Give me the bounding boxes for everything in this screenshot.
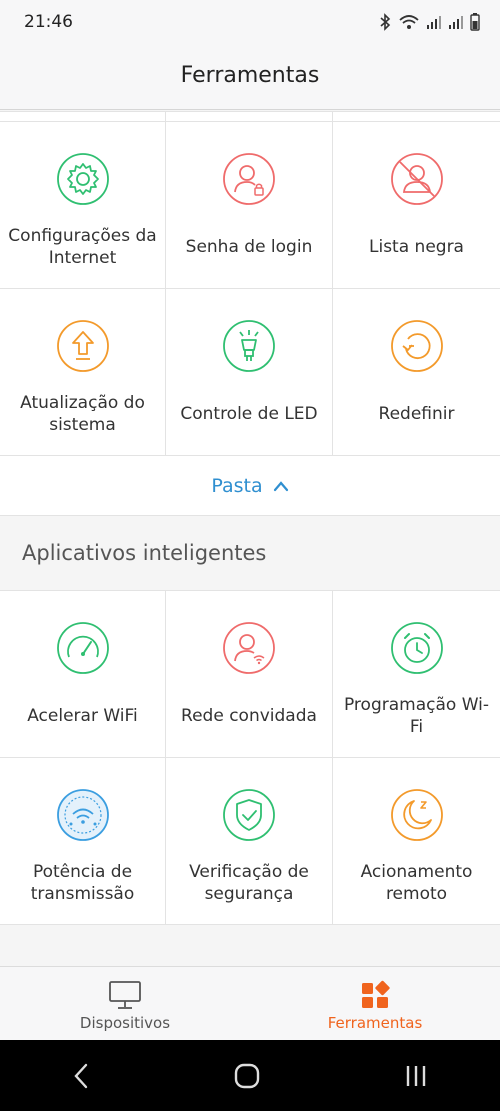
tool-label: Configurações da Internet — [8, 226, 157, 268]
tool-label: Atualização do sistema — [20, 393, 145, 435]
app-label: Acelerar WiFi — [27, 706, 138, 726]
smart-apps-header: Aplicativos inteligentes — [0, 516, 500, 591]
user-lock-icon — [223, 153, 275, 205]
tool-reset[interactable]: Redefinir — [333, 289, 500, 456]
signal-icon — [427, 16, 441, 29]
moon-sleep-icon — [390, 789, 443, 841]
back-icon[interactable] — [71, 1062, 91, 1090]
app-remote-trigger[interactable]: Acionamento remoto — [333, 758, 500, 925]
tools-content[interactable]: Configurações da Internet Senha de login… — [0, 111, 500, 966]
tool-label: Controle de LED — [180, 404, 318, 424]
guest-network-icon — [223, 622, 275, 674]
tool-led-control[interactable]: Controle de LED — [166, 289, 333, 456]
nav-devices-label: Dispositivos — [79, 1013, 171, 1032]
upgrade-arrow-icon — [56, 320, 109, 372]
led-bulb-icon — [223, 320, 275, 372]
nav-devices[interactable]: Dispositivos — [0, 967, 250, 1040]
tool-label: Lista negra — [369, 237, 464, 257]
app-label: Acionamento remoto — [360, 862, 473, 904]
app-security-check[interactable]: Verificação de segurança — [166, 758, 333, 925]
recents-icon[interactable] — [403, 1063, 429, 1089]
tools-grid: Configurações da Internet Senha de login… — [0, 111, 500, 456]
app-transmit-power[interactable]: Potência de transmissão — [0, 758, 166, 925]
user-blocked-icon — [390, 153, 443, 205]
status-bar: 21:46 — [0, 0, 500, 42]
gear-icon — [56, 153, 109, 205]
monitor-icon — [109, 980, 141, 1009]
tool-login-password[interactable]: Senha de login — [166, 122, 333, 289]
app-label: Verificação de segurança — [189, 862, 309, 904]
tool-system-update[interactable]: Atualização do sistema — [0, 289, 166, 456]
wifi-icon — [399, 15, 419, 29]
bluetooth-icon — [380, 13, 391, 31]
system-nav-bar — [0, 1040, 500, 1111]
wifi-power-icon — [56, 789, 109, 841]
tools-grid-icon — [362, 980, 390, 1008]
battery-icon — [470, 13, 480, 31]
tool-label: Redefinir — [378, 404, 455, 424]
fold-label: Pasta — [211, 474, 263, 497]
home-icon[interactable] — [233, 1062, 261, 1090]
shield-check-icon — [223, 789, 275, 841]
page-title: Ferramentas — [180, 63, 320, 88]
nav-tools[interactable]: Ferramentas — [250, 967, 500, 1040]
bottom-nav: Dispositivos Ferramentas — [0, 966, 500, 1040]
tool-label: Senha de login — [185, 237, 313, 257]
app-wifi-accelerate[interactable]: Acelerar WiFi — [0, 591, 166, 758]
signal-icon-2 — [449, 16, 463, 29]
reset-icon — [390, 320, 443, 372]
tools-grid-partial-cell — [333, 112, 500, 122]
tool-blacklist[interactable]: Lista negra — [333, 122, 500, 289]
app-wifi-schedule[interactable]: Programação Wi-Fi — [333, 591, 500, 758]
app-label: Rede convidada — [181, 706, 317, 726]
app-label: Potência de transmissão — [30, 862, 135, 904]
nav-tools-label: Ferramentas — [327, 1013, 423, 1032]
status-time: 21:46 — [24, 12, 73, 32]
tool-internet-settings[interactable]: Configurações da Internet — [0, 122, 166, 289]
status-icons — [378, 12, 480, 32]
smart-apps-grid: Acelerar WiFi Rede convidada Programação… — [0, 591, 500, 925]
fold-toggle-button[interactable]: Pasta — [0, 456, 500, 516]
tools-grid-partial-cell — [166, 112, 333, 122]
tools-grid-partial-cell — [0, 112, 166, 122]
app-label: Programação Wi-Fi — [343, 695, 489, 737]
alarm-clock-icon — [390, 622, 443, 674]
app-header: Ferramentas — [0, 42, 500, 110]
app-guest-network[interactable]: Rede convidada — [166, 591, 333, 758]
speedometer-icon — [56, 622, 109, 674]
chevron-up-icon — [273, 480, 288, 491]
